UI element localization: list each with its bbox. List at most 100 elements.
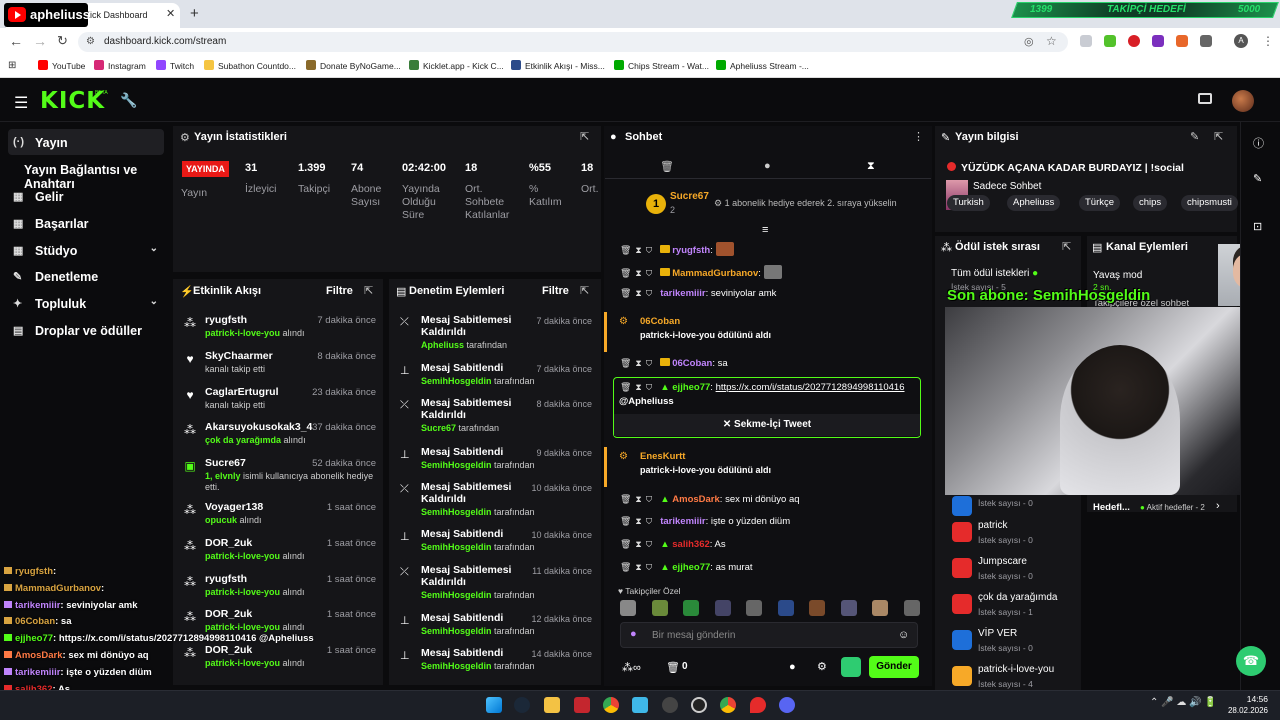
kicklet-icon[interactable] [841, 657, 861, 677]
popout-icon[interactable]: ⇱ [1062, 240, 1071, 253]
chat-message[interactable]: 🗑⧗⛉ ▲ ejjheo77: https://x.com/i/status/20… [620, 382, 904, 393]
reward-name[interactable]: VİP VER [978, 628, 1017, 639]
goals-label[interactable]: Hedefl... [1093, 502, 1130, 513]
obs-icon[interactable] [691, 697, 707, 713]
mod-tools[interactable]: 🗑⧗⛉ [620, 268, 656, 278]
emote[interactable] [746, 600, 762, 616]
extension-orange-icon[interactable] [1176, 35, 1188, 47]
activity-user[interactable]: DOR_2uk [205, 537, 252, 549]
popout-icon[interactable]: ⇱ [364, 284, 373, 297]
all-rewards-link[interactable]: Tüm ödül istekleri ● [951, 268, 1038, 279]
chat-message[interactable]: 🗑⧗⛉ ryugfsth: [620, 242, 734, 256]
chat-mod-icon[interactable]: ● [764, 160, 771, 172]
wrench-icon[interactable]: 🔧 [120, 92, 137, 109]
activity-user[interactable]: DOR_2uk [205, 644, 252, 656]
activity-filter-button[interactable]: Filtre [326, 285, 353, 297]
steam-icon[interactable] [514, 697, 530, 713]
chrome-icon[interactable] [603, 697, 619, 713]
sidebar-item-topluluk[interactable]: ✦ Topluluk ⌄ [8, 290, 164, 316]
popout-icon[interactable]: ⇱ [580, 130, 589, 143]
stream-tag[interactable]: Apheliuss [1007, 195, 1061, 211]
bookmark-etkinlik[interactable]: Etkinlik Akışı - Miss... [511, 60, 605, 71]
mic-icon[interactable]: ● [630, 628, 637, 640]
sidebar-item-stream-key[interactable]: Yayın Bağlantısı ve Anahtarı [8, 156, 176, 191]
bookmark-chips[interactable]: Chips Stream - Wat... [614, 60, 709, 71]
mod-tools[interactable]: 🗑⧗⛉ [620, 539, 656, 549]
stream-tag[interactable]: chipsmusti [1181, 195, 1238, 211]
screenshot-icon[interactable]: ⊡ [1253, 220, 1262, 233]
chat-message[interactable]: 🗑⧗⛉ ▲ salih362: As [620, 539, 726, 550]
emote[interactable] [840, 600, 857, 616]
sidebar-item-droplar[interactable]: ▤ Droplar ve ödüller [8, 317, 164, 343]
bookmark-subathon[interactable]: Subathon Countdo... [204, 60, 296, 71]
message-link[interactable]: https://x.com/i/status/20277128949981104… [716, 382, 905, 393]
discord-icon[interactable] [779, 697, 795, 713]
emote[interactable] [809, 600, 825, 616]
edit-icon[interactable]: ✎ [1190, 130, 1199, 143]
gear-icon[interactable]: ⚙ [817, 660, 827, 673]
mod-tools[interactable]: 🗑⧗⛉ [620, 288, 656, 298]
redeem-user[interactable]: EnesKurtt [640, 451, 685, 462]
reload-icon[interactable]: ↻ [57, 33, 68, 49]
chat-users-icon[interactable]: ⁂∞ [622, 661, 641, 674]
avatar[interactable] [1232, 90, 1254, 112]
reward-name[interactable]: patrick-i-love-you [978, 664, 1054, 675]
app-icon[interactable] [574, 697, 590, 713]
emote[interactable] [651, 600, 668, 616]
activity-user[interactable]: SkyChaarmer [205, 350, 273, 362]
eye-off-icon[interactable]: ◎ [1024, 35, 1034, 48]
bookmark-star-icon[interactable]: ☆ [1046, 34, 1057, 48]
maps-icon[interactable] [750, 697, 766, 713]
mod-tools[interactable]: 🗑⧗⛉ [620, 245, 656, 255]
chrome-icon[interactable] [720, 697, 736, 713]
start-icon[interactable] [486, 697, 502, 713]
reward-name[interactable]: çok da yarağımda [978, 592, 1058, 603]
trash-count-icon[interactable]: 🗑 [666, 661, 680, 674]
sidebar-item-yayin[interactable]: (·) Yayın [8, 129, 164, 155]
chat-message[interactable]: 🗑⧗⛉ tarikemiiir: işte o yüzden diüm [620, 516, 790, 527]
bookmark-twitch[interactable]: Twitch [156, 60, 194, 71]
stream-tag[interactable]: chips [1133, 195, 1168, 211]
activity-user[interactable]: DOR_2uk [205, 608, 252, 620]
chat-message[interactable]: 🗑⧗⛉ tarikemiiir: seviniyolar amk [620, 288, 776, 299]
inline-tweet-button[interactable]: ✕ Sekme-İçi Tweet [614, 414, 920, 436]
forward-icon[interactable]: → [33, 33, 47, 49]
activity-user[interactable]: Voyager138 [205, 501, 263, 513]
new-tab-button[interactable]: + [190, 5, 199, 22]
mod-tools[interactable]: 🗑⧗⛉ [620, 358, 656, 368]
profile-icon[interactable]: A [1234, 34, 1248, 48]
app-icon[interactable] [662, 697, 678, 713]
pinned-expand-icon[interactable]: ≡ [762, 224, 768, 236]
chat-message[interactable]: 🗑⧗⛉ MammadGurbanov: [620, 265, 782, 279]
support-icon[interactable]: ☎ [1236, 646, 1266, 676]
redeem-user[interactable]: 06Coban [640, 316, 680, 327]
menu-icon[interactable]: ☰ [14, 93, 28, 113]
moderation-filter-button[interactable]: Filtre [542, 285, 569, 297]
send-button[interactable]: Gönder [869, 656, 919, 678]
mod-tools[interactable]: 🗑⧗⛉ [620, 562, 656, 572]
chat-message[interactable]: 🗑⧗⛉ 06Coban: sa [620, 358, 728, 369]
chat-menu-icon[interactable]: ⋮ [913, 130, 924, 143]
hourglass-icon[interactable]: ⧗ [867, 160, 875, 173]
emote[interactable] [777, 600, 794, 616]
tray-icons[interactable]: ⌃ 🎤 ☁ 🔊 🔋 [1150, 697, 1217, 708]
chevron-right-icon[interactable]: › [1216, 500, 1220, 512]
emote[interactable] [872, 600, 888, 616]
slow-mode-label[interactable]: Yavaş mod [1093, 270, 1142, 281]
url-bar[interactable]: ⚙ dashboard.kick.com/stream [78, 32, 1068, 52]
activity-user[interactable]: ryugfsth [205, 314, 247, 326]
extensions-puzzle-icon[interactable] [1200, 35, 1212, 47]
activity-user[interactable]: Sucre67 [205, 457, 246, 469]
apps-grid-icon[interactable]: ⊞ [8, 60, 16, 71]
tab-close-icon[interactable]: ✕ [166, 7, 175, 20]
popout-icon[interactable]: ⇱ [1214, 130, 1223, 143]
back-icon[interactable]: ← [9, 33, 23, 49]
activity-user[interactable]: ryugfsth [205, 573, 247, 585]
mod-tools[interactable]: 🗑⧗⛉ [620, 494, 656, 504]
stream-tag[interactable]: Turkish [947, 195, 990, 211]
reward-name[interactable]: Jumpscare [978, 556, 1027, 567]
bookmark-kicklet[interactable]: Kicklet.app - Kick C... [409, 60, 504, 71]
mod-tools[interactable]: 🗑⧗⛉ [620, 516, 656, 526]
chat-message[interactable]: 🗑⧗⛉ ▲ ejjheo77: as murat [620, 562, 753, 573]
info-icon[interactable]: ⓘ [1253, 135, 1264, 151]
